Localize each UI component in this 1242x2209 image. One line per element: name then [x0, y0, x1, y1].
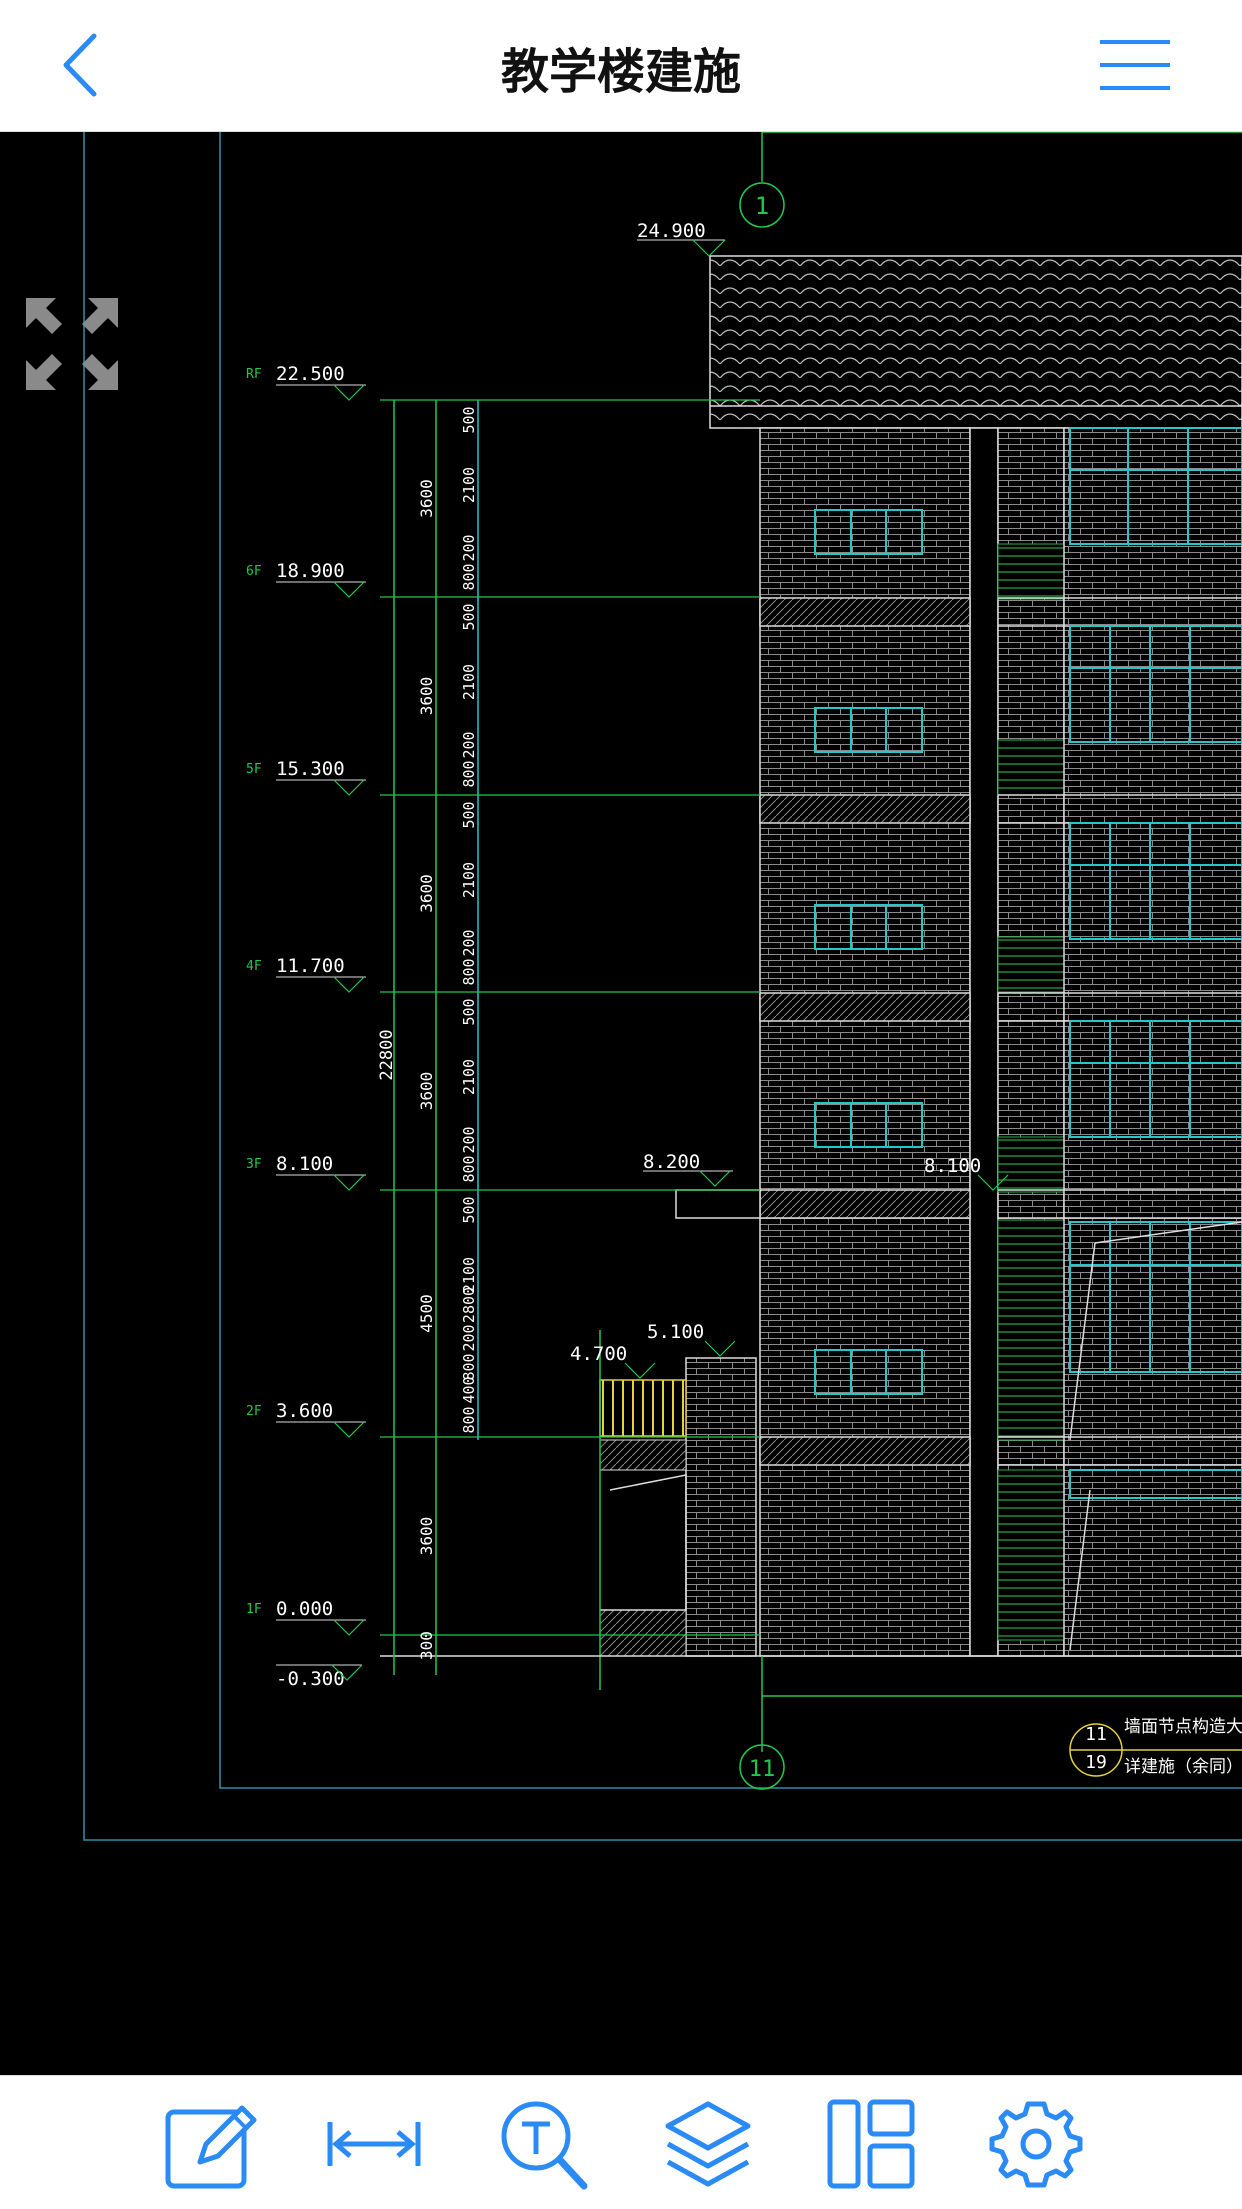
sub-dimension: 800: [460, 563, 478, 590]
sub-dimension: 200: [460, 1126, 478, 1153]
low-wall-elevation-b: 5.100: [647, 1321, 704, 1343]
detail-ref-top: 11: [1085, 1724, 1107, 1745]
level-elevation: 0.000: [276, 1598, 333, 1620]
annex-wall: [685, 1357, 757, 1657]
level-marker: [333, 1421, 365, 1438]
story-dimension: 3600: [417, 479, 436, 518]
sub-dimension: 500: [460, 603, 478, 630]
level-marker: [333, 976, 365, 993]
level-elevation: 22.500: [276, 363, 345, 385]
sub-dimension: 800: [460, 1155, 478, 1182]
story-dimension: 300: [417, 1631, 436, 1660]
grid-axis-label-bottom: 11: [749, 1757, 776, 1782]
detail-note-line1: 墙面节点构造大样: [1124, 1717, 1242, 1737]
menu-button[interactable]: [1090, 30, 1180, 100]
total-height-dimension: 22800: [377, 1029, 397, 1080]
cad-elevation-drawing: 1 24.900 8.200 8.100 4.700 5.100 11 11 1…: [83, 132, 1242, 1841]
gear-icon: [989, 2101, 1083, 2188]
level-tag: 3F: [246, 1157, 262, 1172]
sub-dimension-2f: 800: [460, 1406, 478, 1433]
sub-dimension: 200: [460, 929, 478, 956]
canopy-elevation-label: 8.200: [643, 1151, 700, 1173]
sub-dimension: 800: [460, 760, 478, 787]
sub-dimension: 500: [460, 998, 478, 1025]
detail-ref-bottom: 19: [1085, 1752, 1107, 1773]
layers-button[interactable]: [660, 2096, 756, 2192]
low-wall-elevation-a: 4.700: [570, 1343, 627, 1365]
level-tag: RF: [246, 367, 262, 382]
level-tag: 5F: [246, 762, 262, 777]
distance-measure-icon: [327, 2122, 421, 2166]
level-tag: 6F: [246, 564, 262, 579]
level-marker: [333, 1174, 365, 1191]
pencil-edit-icon: [165, 2105, 257, 2189]
level-elevation: 11.700: [276, 955, 345, 977]
sub-dimension: 2100: [460, 862, 478, 898]
detail-note-line2: 详建施（余同）: [1124, 1757, 1242, 1777]
layout-panels-icon: [827, 2099, 915, 2189]
sub-dimension: 500: [460, 801, 478, 828]
sub-dimension: 500: [460, 406, 478, 433]
level-elevation: 15.300: [276, 758, 345, 780]
sub-dimension: 200: [460, 731, 478, 758]
text-search-button[interactable]: [496, 2096, 592, 2192]
level-tag: 2F: [246, 1404, 262, 1419]
story-dimension: 3600: [417, 1072, 436, 1111]
sub-dimension: 2100: [460, 467, 478, 503]
story-dimension: 3600: [417, 874, 436, 913]
roof-tiles: [709, 255, 1242, 429]
story-dimension: 3600: [417, 677, 436, 716]
fullscreen-button[interactable]: [20, 292, 124, 396]
layout-button[interactable]: [824, 2096, 920, 2192]
level-marker: [333, 581, 365, 598]
text-search-icon: [501, 2101, 588, 2190]
canopy-elevation-right-label: 8.100: [924, 1155, 981, 1177]
sub-dimension: 2100: [460, 664, 478, 700]
sub-dimension-2f: 400: [460, 1376, 478, 1403]
settings-button[interactable]: [988, 2096, 1084, 2192]
sub-dimension: 2100: [460, 1059, 478, 1095]
level-elevation: 8.100: [276, 1153, 333, 1175]
app-header: 教学楼建施: [0, 0, 1242, 132]
sub-dimension-2f: 2800: [460, 1287, 478, 1323]
measure-button[interactable]: [326, 2096, 422, 2192]
drawing-canvas[interactable]: 1 24.900 8.200 8.100 4.700 5.100 11 11 1…: [0, 132, 1242, 2075]
annotate-button[interactable]: [162, 2096, 258, 2192]
page-title: 教学楼建施: [500, 44, 741, 100]
ground-elevation-label: -0.300: [276, 1668, 345, 1690]
level-marker: [333, 779, 365, 796]
sub-dimension: 200: [460, 1324, 478, 1351]
hamburger-menu-icon: [1100, 40, 1170, 90]
bottom-toolbar: [0, 2075, 1242, 2209]
roof-elevation-label: 24.900: [637, 220, 706, 242]
sub-dimension: 200: [460, 534, 478, 561]
layers-icon: [665, 2101, 751, 2187]
railing: [599, 1379, 687, 1437]
level-elevation: 18.900: [276, 560, 345, 582]
grid-axis-label-top: 1: [755, 192, 769, 220]
level-marker: [333, 1619, 365, 1636]
story-dimension: 3600: [417, 1517, 436, 1556]
level-marker: [333, 384, 365, 401]
expand-arrows-icon: [26, 298, 118, 390]
level-tag: 1F: [246, 1602, 262, 1617]
sub-dimension: 800: [460, 958, 478, 985]
level-tag: 4F: [246, 959, 262, 974]
story-dimension: 4500: [417, 1294, 436, 1333]
level-elevation: 3.600: [276, 1400, 333, 1422]
sub-dimension: 500: [460, 1196, 478, 1223]
